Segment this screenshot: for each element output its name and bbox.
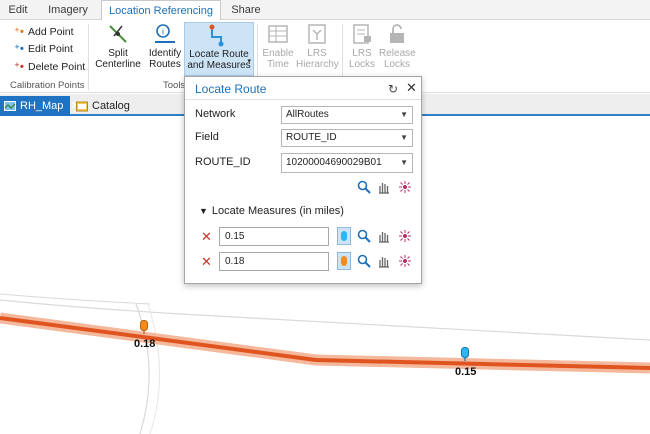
release-label-1: Release — [379, 48, 416, 59]
zoom-to-icon[interactable] — [357, 180, 371, 194]
locate-route-pane: Locate Route ↻ ✕ Network AllRoutes ▼ Fie… — [184, 76, 422, 284]
zoom-to-icon[interactable] — [357, 254, 371, 268]
tab-location-referencing[interactable]: Location Referencing — [101, 0, 221, 21]
measure-input-1[interactable]: 0.15 — [219, 227, 329, 246]
flash-icon[interactable] — [398, 229, 412, 243]
edit-point-label: Edit Point — [28, 43, 73, 55]
pan-to-icon[interactable] — [377, 254, 391, 268]
zoom-to-icon[interactable] — [357, 229, 371, 243]
measure-pin-orange[interactable] — [140, 320, 148, 334]
enable-label-1: Enable — [262, 48, 294, 59]
tab-share[interactable]: Share — [224, 0, 268, 20]
locate-route-measures-button[interactable]: Locate Route and Measures ▾ — [184, 22, 254, 76]
add-point-icon: ⁺• — [14, 26, 24, 38]
delete-point-icon: ⁺• — [14, 61, 24, 73]
route-id-value: 10200004690029B01 — [286, 157, 382, 168]
identify-routes-icon: i — [155, 24, 175, 43]
delete-measure-button[interactable]: ✕ — [201, 254, 212, 270]
split-centerline-icon — [109, 25, 127, 43]
delete-measure-button[interactable]: ✕ — [201, 229, 212, 245]
delete-point-button[interactable]: ⁺• Delete Point — [12, 59, 85, 75]
calibration-points-group-label: Calibration Points — [10, 80, 85, 91]
identify-label-1: Identify — [148, 48, 182, 59]
unlock-icon — [390, 24, 404, 43]
network-dropdown[interactable]: AllRoutes ▼ — [281, 106, 413, 124]
ribbon-tab-bar: Edit Imagery Location Referencing Share — [0, 0, 650, 21]
close-icon[interactable]: ✕ — [406, 80, 417, 96]
pane-title: Locate Route — [195, 82, 267, 96]
locate-label-1: Locate Route — [189, 49, 249, 60]
lrs-locks-label-1: LRS — [352, 48, 372, 59]
map-icon — [4, 101, 16, 111]
lrs-hierarchy-label-2: Hierarchy — [296, 59, 339, 70]
catalog-view-tab[interactable]: Catalog — [72, 96, 136, 116]
enable-label-2: Time — [267, 59, 289, 70]
pane-divider — [185, 99, 421, 100]
network-label: Network — [195, 108, 236, 120]
lrs-hierarchy-button[interactable]: LRS Hierarchy — [296, 22, 339, 76]
orange-pin-icon — [341, 256, 347, 266]
delete-point-label: Delete Point — [28, 61, 86, 73]
locate-label-2: and Measures — [187, 60, 251, 71]
edit-point-icon: ⁺• — [14, 43, 24, 55]
network-value: AllRoutes — [286, 109, 329, 120]
add-point-button[interactable]: ⁺• Add Point — [12, 24, 74, 40]
identify-label-2: Routes — [149, 59, 181, 70]
split-centerline-button[interactable]: Split Centerline — [92, 22, 144, 76]
identify-routes-button[interactable]: i Identify Routes — [145, 22, 185, 76]
measure-pin-button-1[interactable] — [337, 227, 351, 245]
chevron-down-icon: ▼ — [400, 133, 408, 142]
chevron-down-icon: ▼ — [199, 206, 208, 216]
measure-input-2[interactable]: 0.18 — [219, 252, 329, 271]
tab-edit[interactable]: Edit — [0, 0, 36, 20]
split-label-2: Centerline — [95, 59, 141, 70]
catalog-tab-label: Catalog — [92, 100, 130, 112]
measure-label-blue: 0.15 — [455, 366, 477, 378]
edit-point-button[interactable]: ⁺• Edit Point — [12, 41, 73, 57]
chevron-down-icon: ▾ — [247, 58, 251, 65]
table-icon — [268, 25, 288, 43]
locate-route-icon — [209, 24, 224, 47]
map-tab-label: RH_Map — [20, 100, 64, 112]
hierarchy-icon — [308, 24, 326, 44]
lrs-locks-label-2: Locks — [348, 59, 376, 70]
chevron-down-icon: ▼ — [400, 158, 408, 167]
road-line — [147, 303, 160, 434]
field-label: Field — [195, 131, 219, 143]
svg-text:i: i — [162, 28, 164, 37]
add-point-label: Add Point — [28, 26, 74, 38]
measure-pin-blue[interactable] — [461, 347, 469, 361]
measure-label-orange: 0.18 — [134, 338, 156, 350]
split-label-1: Split — [108, 48, 128, 59]
locate-measures-heading: Locate Measures (in miles) — [211, 205, 344, 217]
release-locks-button[interactable]: Release Locks — [379, 22, 416, 76]
flash-icon[interactable] — [398, 254, 412, 268]
tab-imagery[interactable]: Imagery — [40, 0, 96, 20]
field-dropdown[interactable]: ROUTE_ID ▼ — [281, 129, 413, 147]
tools-group-label: Tools — [163, 80, 186, 91]
chevron-down-icon: ▼ — [400, 110, 408, 119]
pan-to-icon[interactable] — [377, 180, 391, 194]
lock-list-icon — [353, 24, 371, 44]
pan-to-icon[interactable] — [377, 229, 391, 243]
lrs-hierarchy-label-1: LRS — [307, 48, 327, 59]
catalog-icon — [76, 101, 88, 112]
enable-time-button[interactable]: Enable Time — [262, 22, 294, 76]
route-id-dropdown[interactable]: 10200004690029B01 ▼ — [281, 153, 413, 173]
measure-pin-button-2[interactable] — [337, 252, 351, 270]
blue-pin-icon — [341, 231, 347, 241]
map-view-tab[interactable]: RH_Map ✕ — [0, 96, 80, 116]
field-value: ROUTE_ID — [286, 132, 337, 143]
refresh-icon[interactable]: ↻ — [388, 82, 398, 96]
ribbon-separator — [88, 24, 89, 90]
release-label-2: Locks — [383, 59, 411, 70]
locate-measures-section-toggle[interactable]: ▼ Locate Measures (in miles) — [199, 205, 344, 217]
route-id-label: ROUTE_ID — [195, 156, 251, 168]
lrs-locks-button[interactable]: LRS Locks — [346, 22, 378, 76]
flash-icon[interactable] — [398, 180, 412, 194]
